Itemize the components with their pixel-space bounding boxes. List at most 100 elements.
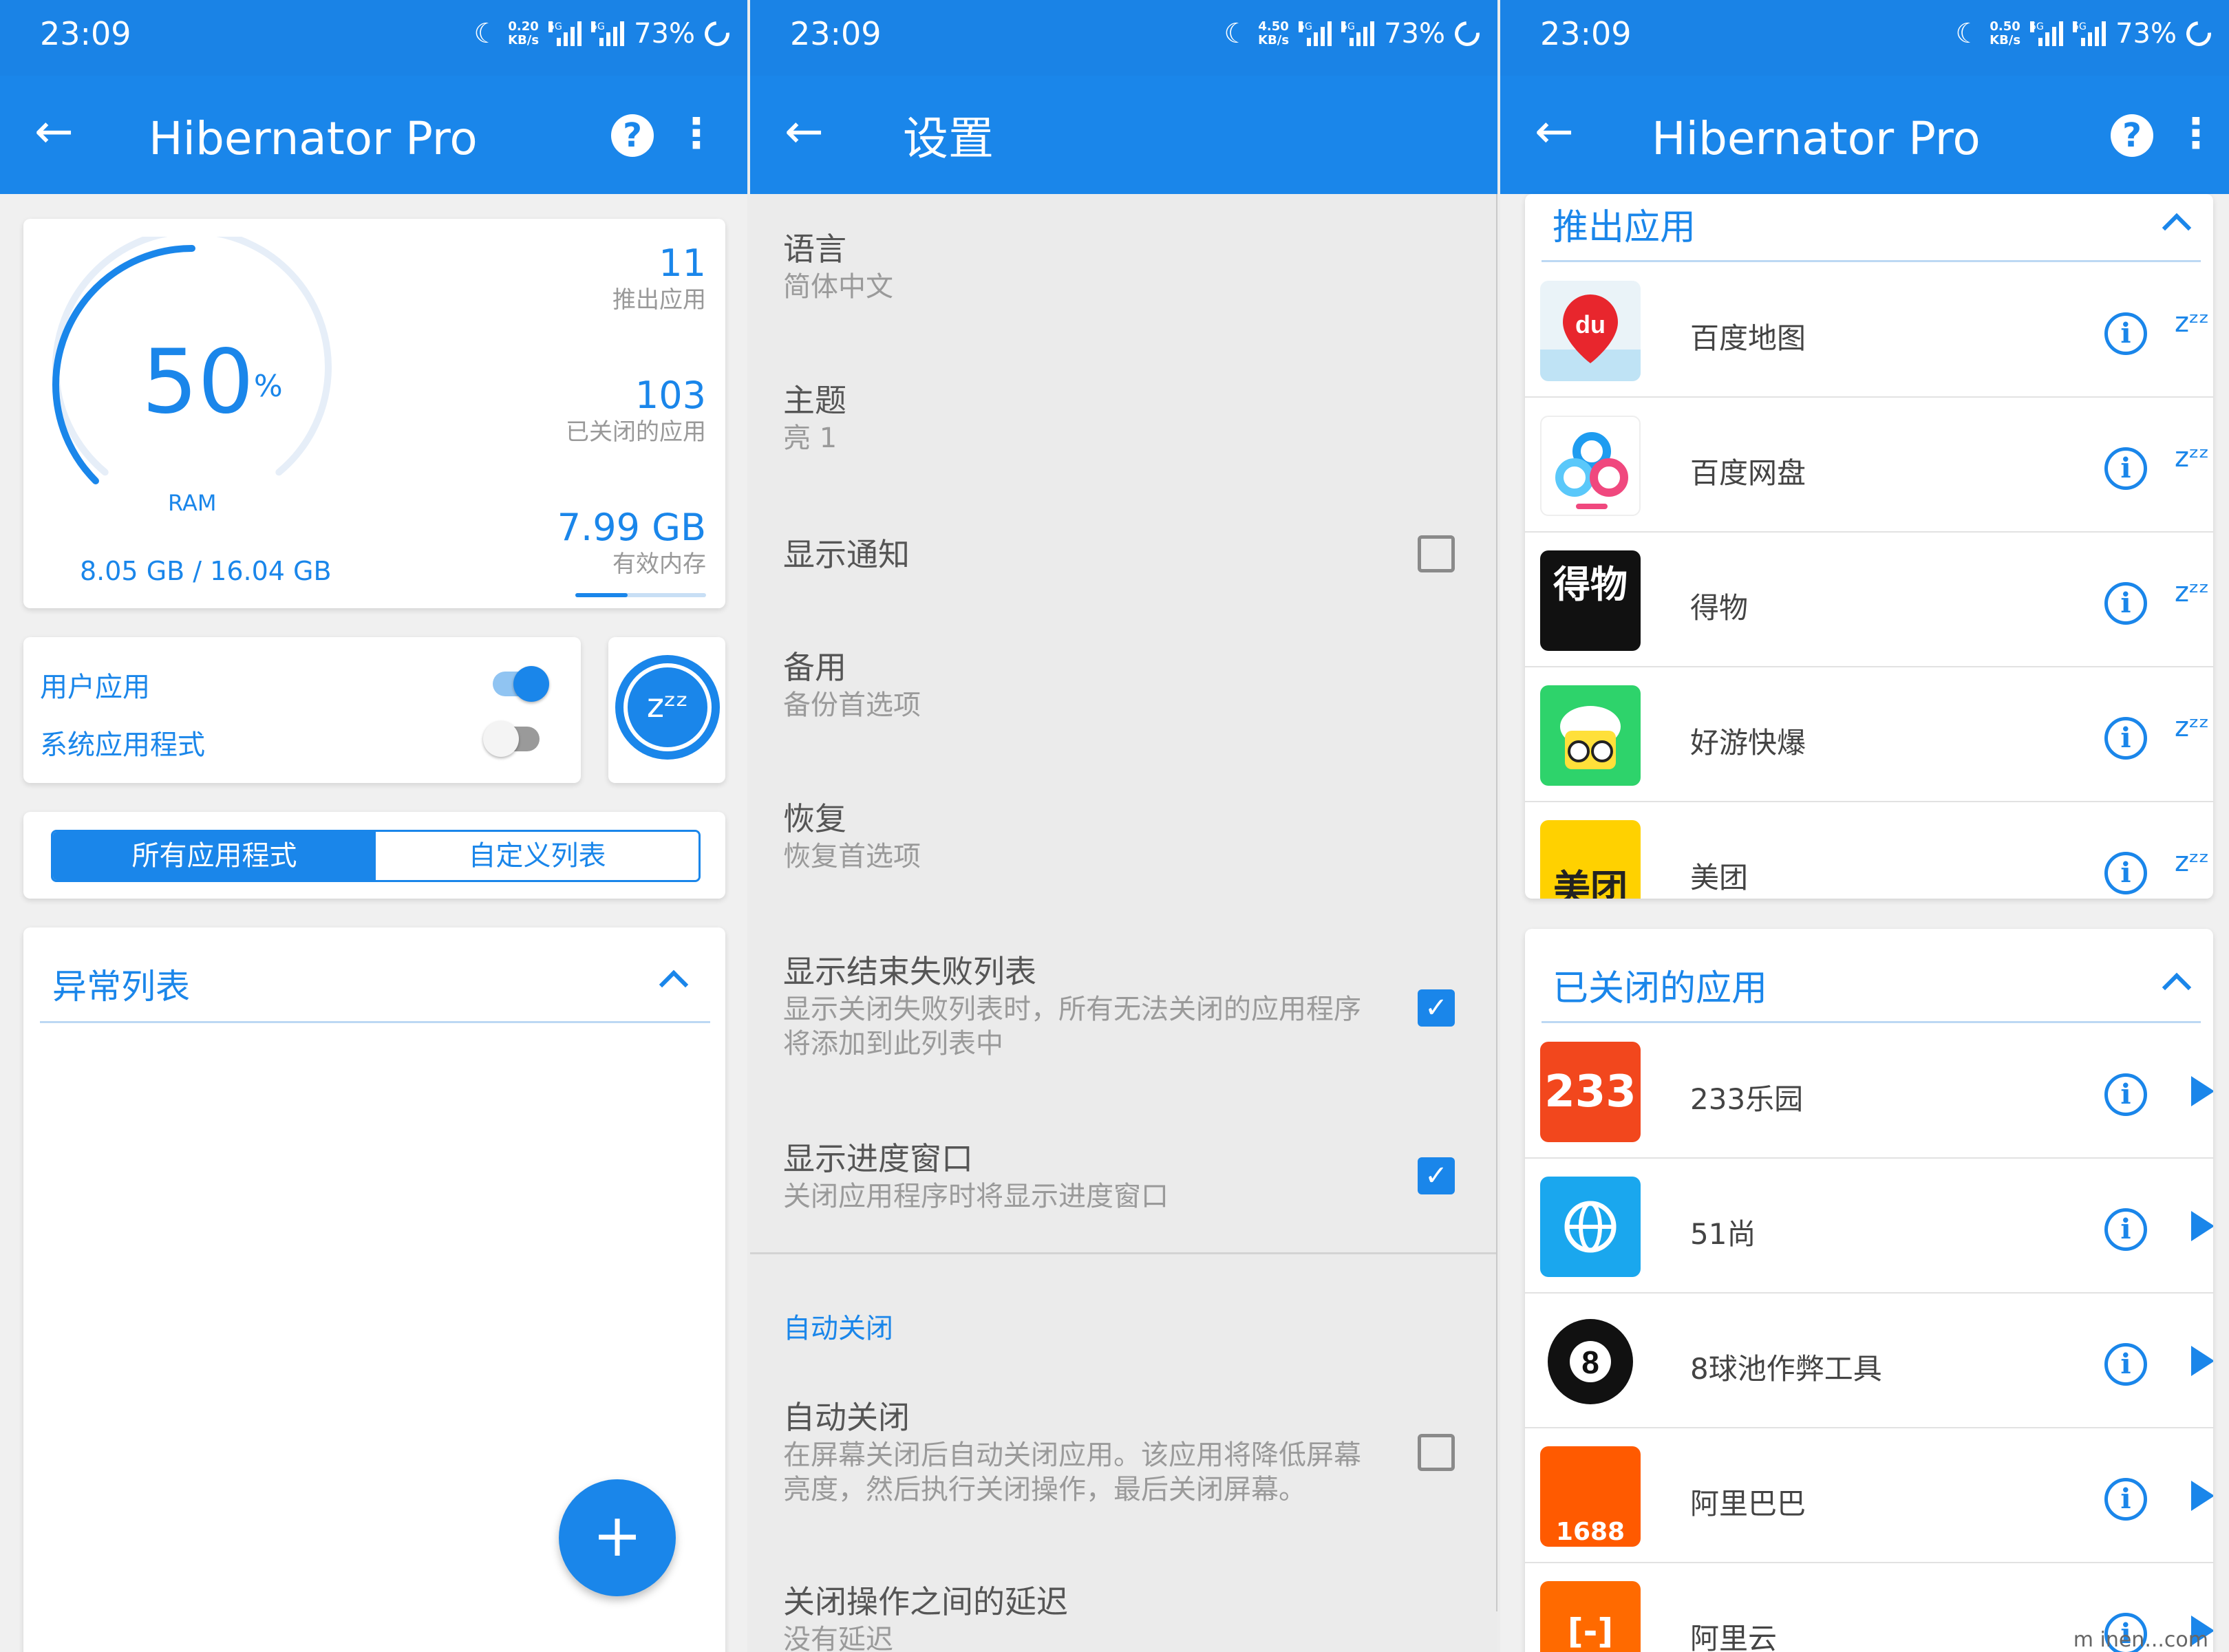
hibernate-icon[interactable]: zᶻᶻ — [2175, 442, 2209, 473]
hibernate-icon[interactable]: zᶻᶻ — [2175, 577, 2209, 608]
info-icon[interactable]: i — [2104, 1073, 2147, 1116]
signal-icon: 5G — [1299, 21, 1332, 46]
setting-show-failed-list[interactable]: 显示结束失败列表 显示关闭失败列表时，所有无法关闭的应用程序将添加到此列表中 — [783, 951, 1375, 1061]
section-divider — [1542, 1021, 2201, 1023]
watermark: m inen...com — [2073, 1628, 2208, 1652]
settings-screen: 23:09 ☾ 4.50 KB/s 5G 5G 73% ← 设置 语言 简体中文 主… — [750, 0, 1497, 1652]
list-tabs: 所有应用程式 自定义列表 — [51, 830, 701, 882]
signal-icon: 5G — [548, 21, 582, 46]
launched-apps-title: 推出应用 — [1553, 207, 1696, 248]
app-bar: ← Hibernator Pro ? ⋮ — [0, 76, 747, 194]
233-leyuan-icon: 233 — [1540, 1042, 1641, 1142]
info-icon[interactable]: i — [2104, 1208, 2147, 1251]
aliyun-icon: [-] — [1540, 1581, 1641, 1652]
section-divider — [40, 1021, 710, 1023]
stat-closed: 103 已关闭的应用 — [566, 374, 706, 447]
status-bar: 23:09 ☾ 0.20 KB/s 5G 5G 73% — [0, 0, 747, 76]
show-notification-checkbox[interactable] — [1418, 535, 1455, 572]
network-speed: 0.20 KB/s — [508, 19, 540, 47]
setting-auto-close[interactable]: 自动关闭 在屏幕关闭后自动关闭应用。该应用将降低屏幕亮度，然后执行关闭操作，最后关… — [783, 1397, 1375, 1507]
setting-show-notification[interactable]: 显示通知 — [783, 534, 910, 575]
network-speed: 0.50 KB/s — [1990, 19, 2021, 47]
status-bar: 23:09 ☾ 4.50 KB/s 5G 5G 73% — [750, 0, 1497, 76]
more-options-icon[interactable]: ⋮ — [676, 113, 717, 154]
baidu-netdisk-icon — [1540, 416, 1641, 516]
info-icon[interactable]: i — [2104, 717, 2147, 760]
back-arrow-icon[interactable]: ← — [785, 109, 824, 155]
stat-launched: 11 推出应用 — [612, 242, 706, 314]
more-options-icon[interactable]: ⋮ — [2175, 113, 2217, 154]
app-title: Hibernator Pro — [1652, 112, 1981, 165]
list-item[interactable]: 233 233乐园 i — [1525, 1024, 2213, 1159]
list-item[interactable]: du 百度地图 i zᶻᶻ — [1525, 263, 2213, 398]
group-auto-close: 自动关闭 — [783, 1313, 893, 1344]
zzz-icon: zᶻᶻ — [623, 663, 712, 751]
info-icon[interactable]: i — [2104, 1343, 2147, 1386]
51shang-icon — [1540, 1177, 1641, 1277]
list-item[interactable]: 美团 美团 i zᶻᶻ — [1525, 802, 2213, 899]
battery-ring-icon — [699, 16, 735, 52]
list-item[interactable]: 得物 得物 i zᶻᶻ — [1525, 533, 2213, 667]
hibernate-icon[interactable]: zᶻᶻ — [2175, 846, 2209, 878]
closed-apps-title: 已关闭的应用 — [1553, 968, 1768, 1009]
back-arrow-icon[interactable]: ← — [1535, 109, 1574, 155]
hibernate-icon[interactable]: zᶻᶻ — [2175, 711, 2209, 743]
show-failed-list-checkbox[interactable]: ✓ — [1418, 989, 1455, 1027]
user-apps-toggle[interactable] — [493, 666, 549, 702]
list-item[interactable]: 1688 阿里巴巴 i — [1525, 1428, 2213, 1563]
info-icon[interactable]: i — [2104, 447, 2147, 490]
show-progress-window-checkbox[interactable]: ✓ — [1418, 1157, 1455, 1194]
launch-play-icon[interactable] — [2191, 1076, 2213, 1106]
help-icon[interactable]: ? — [611, 114, 654, 157]
list-item[interactable]: 51尚 i — [1525, 1159, 2213, 1294]
settings-divider — [750, 1252, 1497, 1254]
do-not-disturb-icon: ☾ — [473, 18, 499, 50]
add-button[interactable]: + — [559, 1479, 676, 1596]
status-time: 23:09 — [790, 15, 882, 52]
info-icon[interactable]: i — [2104, 852, 2147, 894]
info-icon[interactable]: i — [2104, 312, 2147, 355]
battery-level: 73% — [2115, 18, 2177, 50]
launch-play-icon[interactable] — [2191, 1211, 2213, 1241]
collapse-chevron-icon[interactable] — [2162, 972, 2192, 1002]
back-arrow-icon[interactable]: ← — [34, 109, 74, 155]
battery-ring-icon — [1449, 16, 1485, 52]
setting-language[interactable]: 语言 简体中文 — [783, 228, 1375, 304]
collapse-chevron-icon[interactable] — [2162, 213, 2192, 243]
battery-level: 73% — [634, 18, 695, 50]
dewu-icon: 得物 — [1540, 550, 1641, 651]
launch-play-icon[interactable] — [2191, 1346, 2213, 1376]
tab-all-apps[interactable]: 所有应用程式 — [53, 832, 376, 880]
info-icon[interactable]: i — [2104, 582, 2147, 625]
scrollbar[interactable] — [1496, 194, 1497, 1611]
tab-custom-list[interactable]: 自定义列表 — [376, 832, 698, 880]
hibernate-button[interactable]: zᶻᶻ — [615, 655, 720, 760]
do-not-disturb-icon: ☾ — [1224, 18, 1249, 50]
list-item[interactable]: 好游快爆 i zᶻᶻ — [1525, 667, 2213, 802]
setting-show-progress-window[interactable]: 显示进度窗口 关闭应用程序时将显示进度窗口 — [783, 1138, 1375, 1214]
info-icon[interactable]: i — [2104, 1478, 2147, 1521]
hibernate-icon[interactable]: zᶻᶻ — [2175, 307, 2209, 339]
signal-icon-2: 5G — [2073, 21, 2107, 46]
app-title: Hibernator Pro — [149, 112, 478, 165]
system-apps-toggle[interactable] — [483, 721, 540, 757]
launch-play-icon[interactable] — [2191, 1481, 2213, 1511]
status-bar: 23:09 ☾ 0.50 KB/s 5G 5G 73% — [1500, 0, 2229, 76]
svg-text:8: 8 — [1581, 1344, 1599, 1380]
setting-backup[interactable]: 备用 备份首选项 — [783, 647, 1375, 722]
ram-label: RAM — [168, 490, 217, 516]
svg-text:du: du — [1575, 310, 1606, 339]
battery-ring-icon — [2181, 16, 2217, 52]
app-bar: ← 设置 — [750, 76, 1497, 194]
setting-close-delay[interactable]: 关闭操作之间的延迟 没有延迟 — [783, 1581, 1375, 1652]
setting-restore[interactable]: 恢复 恢复首选项 — [783, 798, 1375, 874]
stat-effective-memory: 7.99 GB 有效内存 — [557, 506, 706, 579]
list-item[interactable]: 百度网盘 i zᶻᶻ — [1525, 398, 2213, 533]
setting-theme[interactable]: 主题亮 1 — [783, 380, 1375, 455]
auto-close-checkbox[interactable] — [1418, 1434, 1455, 1471]
list-item[interactable]: 8 8球池作弊工具 i — [1525, 1294, 2213, 1428]
meituan-icon: 美团 — [1540, 820, 1641, 899]
help-icon[interactable]: ? — [2111, 114, 2153, 157]
status-time: 23:09 — [1540, 15, 1632, 52]
settings-title: 设置 — [903, 112, 994, 165]
